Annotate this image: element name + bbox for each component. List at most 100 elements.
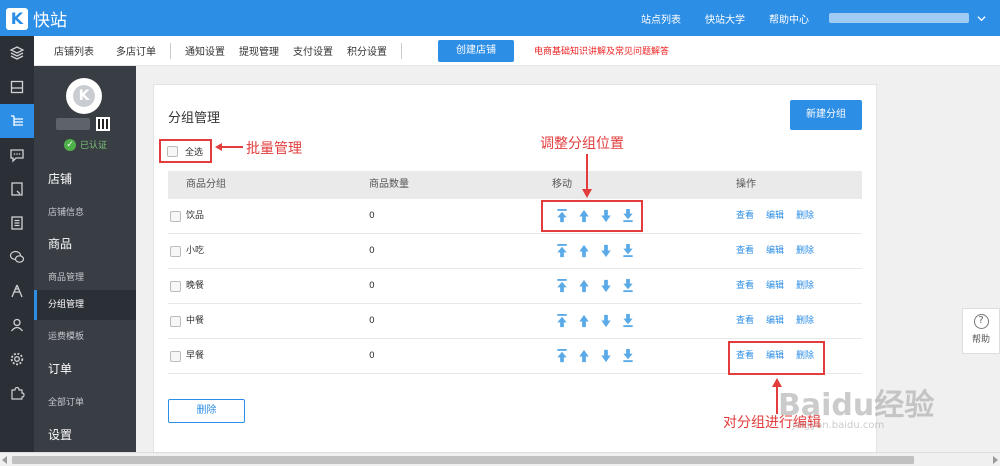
col-count: 商品数量 — [369, 179, 409, 190]
rail-item-wechat[interactable] — [0, 240, 34, 274]
sidebar-item-shipping-template[interactable]: 运费模板 — [34, 329, 136, 342]
col-move: 移动 — [552, 179, 572, 190]
sidebar-head-orders[interactable]: 订单 — [34, 360, 136, 377]
move-up-icon[interactable] — [578, 244, 590, 258]
app-logo[interactable]: K 快站 — [6, 6, 67, 31]
top-link-university[interactable]: 快站大学 — [705, 11, 745, 26]
qrcode-icon[interactable] — [96, 117, 110, 131]
batch-delete-button[interactable]: 删除 — [168, 399, 245, 423]
scroll-thumb[interactable] — [12, 456, 914, 464]
move-down-icon[interactable] — [600, 349, 612, 363]
group-name: 晚餐 — [186, 281, 205, 291]
sidebar-head-settings[interactable]: 设置 — [34, 426, 136, 443]
watermark-url: jingyan.baidu.com — [792, 420, 885, 431]
move-top-icon[interactable] — [556, 349, 568, 363]
move-top-icon[interactable] — [556, 279, 568, 293]
row-checkbox[interactable] — [170, 211, 181, 222]
move-buttons — [556, 279, 644, 293]
nav-store-list[interactable]: 店铺列表 — [54, 43, 94, 58]
group-name: 小吃 — [186, 246, 205, 256]
top-link-sites[interactable]: 站点列表 — [641, 11, 681, 26]
move-top-icon[interactable] — [556, 314, 568, 328]
select-all[interactable]: 全选 — [159, 139, 212, 163]
move-up-icon[interactable] — [578, 314, 590, 328]
user-icon — [10, 318, 24, 332]
row-checkbox[interactable] — [170, 246, 181, 257]
group-count: 0 — [369, 281, 375, 291]
nav-withdraw[interactable]: 提现管理 — [239, 43, 279, 58]
move-down-icon[interactable] — [600, 314, 612, 328]
nav-payment-settings[interactable]: 支付设置 — [293, 43, 333, 58]
edit-link[interactable]: 编辑 — [766, 211, 784, 221]
top-bar: K 快站 站点列表 快站大学 帮助中心 — [0, 0, 1000, 36]
delete-link[interactable]: 删除 — [796, 316, 814, 326]
move-down-icon[interactable] — [600, 244, 612, 258]
create-store-button[interactable]: 创建店铺 — [438, 39, 514, 62]
sidebar-item-group-manage[interactable]: 分组管理 — [34, 290, 136, 320]
nav-points-settings[interactable]: 积分设置 — [347, 43, 387, 58]
horizontal-scrollbar[interactable] — [0, 452, 1000, 466]
rail-item-goods[interactable] — [0, 104, 34, 138]
annotation-batch: 批量管理 — [246, 141, 302, 157]
sidebar-item-store-info[interactable]: 店铺信息 — [34, 205, 136, 218]
group-count: 0 — [369, 316, 375, 326]
check-icon: ✓ — [64, 138, 76, 151]
edit-link[interactable]: 编辑 — [766, 281, 784, 291]
scroll-left-icon[interactable] — [2, 456, 7, 464]
rail-item-layers[interactable] — [0, 36, 34, 70]
scroll-right-icon[interactable] — [993, 456, 998, 464]
group-count: 0 — [369, 211, 375, 221]
avatar-logo: K — [73, 85, 95, 107]
sidebar-item-all-orders[interactable]: 全部订单 — [34, 395, 136, 408]
rail-item-chat[interactable] — [0, 138, 34, 172]
delete-link[interactable]: 删除 — [796, 211, 814, 221]
view-link[interactable]: 查看 — [736, 316, 754, 326]
select-all-checkbox[interactable] — [167, 145, 178, 157]
user-account-blurred[interactable] — [829, 13, 969, 23]
row-actions: 查看 编辑 删除 — [736, 199, 826, 234]
view-link[interactable]: 查看 — [736, 246, 754, 256]
row-actions: 查看 编辑 删除 — [736, 234, 826, 269]
col-actions: 操作 — [736, 179, 756, 190]
delete-link[interactable]: 删除 — [796, 281, 814, 291]
move-bottom-icon[interactable] — [622, 349, 634, 363]
sub-nav: 店铺列表 多店订单 通知设置 提现管理 支付设置 积分设置 创建店铺 电商基础知… — [34, 36, 1000, 66]
top-link-help[interactable]: 帮助中心 — [769, 11, 809, 26]
faq-link[interactable]: 电商基础知识讲解及常见问题解答 — [534, 44, 669, 57]
chevron-down-icon[interactable] — [977, 14, 986, 23]
avatar[interactable]: K — [66, 78, 102, 114]
sidebar-item-goods-manage[interactable]: 商品管理 — [34, 270, 136, 283]
sidebar-head-goods[interactable]: 商品 — [34, 235, 136, 252]
rail-item-page[interactable] — [0, 172, 34, 206]
move-bottom-icon[interactable] — [622, 244, 634, 258]
move-up-icon[interactable] — [578, 279, 590, 293]
view-link[interactable]: 查看 — [736, 281, 754, 291]
view-link[interactable]: 查看 — [736, 211, 754, 221]
rail-item-store[interactable] — [0, 70, 34, 104]
group-count: 0 — [369, 246, 375, 256]
col-group-name: 商品分组 — [186, 179, 226, 190]
rail-item-settings[interactable] — [0, 342, 34, 376]
row-checkbox[interactable] — [170, 316, 181, 327]
delete-link[interactable]: 删除 — [796, 246, 814, 256]
move-top-icon[interactable] — [556, 244, 568, 258]
row-checkbox[interactable] — [170, 281, 181, 292]
table-row: 晚餐 0 查看 编辑 删除 — [168, 269, 862, 304]
move-bottom-icon[interactable] — [622, 314, 634, 328]
new-group-button[interactable]: 新建分组 — [790, 100, 862, 130]
move-down-icon[interactable] — [600, 279, 612, 293]
rail-item-tower[interactable] — [0, 274, 34, 308]
edit-link[interactable]: 编辑 — [766, 246, 784, 256]
nav-multi-orders[interactable]: 多店订单 — [116, 43, 156, 58]
edit-link[interactable]: 编辑 — [766, 316, 784, 326]
document-icon — [11, 216, 23, 230]
move-bottom-icon[interactable] — [622, 279, 634, 293]
rail-item-user[interactable] — [0, 308, 34, 342]
nav-notify-settings[interactable]: 通知设置 — [185, 43, 225, 58]
rail-item-plugins[interactable] — [0, 376, 34, 410]
help-tab[interactable]: ? 帮助 — [962, 308, 1000, 354]
rail-item-document[interactable] — [0, 206, 34, 240]
move-up-icon[interactable] — [578, 349, 590, 363]
row-checkbox[interactable] — [170, 351, 181, 362]
sidebar-head-store[interactable]: 店铺 — [34, 170, 136, 187]
